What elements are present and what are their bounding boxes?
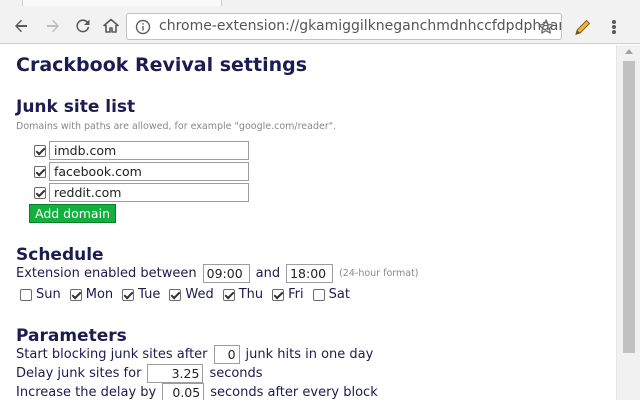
- start-blocking-suffix: junk hits in one day: [245, 347, 374, 362]
- delay-line: Delay junk sites for seconds: [16, 364, 263, 383]
- day-sun[interactable]: Sun: [20, 287, 61, 302]
- day-label: Fri: [288, 287, 304, 302]
- back-button[interactable]: [10, 15, 32, 37]
- end-time-input[interactable]: [286, 264, 334, 283]
- delay-label: Delay junk sites for: [16, 366, 142, 381]
- active-tab[interactable]: [22, 0, 222, 6]
- info-icon[interactable]: [135, 19, 151, 35]
- browser-toolbar: chrome-extension://gkamiggilkneganchmdnh…: [0, 8, 640, 44]
- start-time-input[interactable]: [202, 264, 250, 283]
- day-checkbox[interactable]: [69, 288, 82, 301]
- delay-suffix: seconds: [209, 366, 263, 381]
- vertical-scrollbar[interactable]: [616, 45, 640, 400]
- day-checkbox[interactable]: [272, 288, 285, 301]
- day-checkbox[interactable]: [122, 288, 135, 301]
- day-thu[interactable]: Thu: [222, 287, 264, 302]
- junk-list-hint: Domains with paths are allowed, for exam…: [16, 121, 337, 132]
- day-checkbox[interactable]: [20, 288, 32, 301]
- day-sat[interactable]: Sat: [312, 287, 350, 302]
- extension-pencil-icon[interactable]: [572, 18, 592, 38]
- start-blocking-input[interactable]: [213, 345, 240, 364]
- weekday-selector: Sun Mon Tue Wed Thu Fri Sat: [20, 287, 359, 302]
- page-content: Crackbook Revival settings Junk site lis…: [0, 45, 616, 400]
- forward-arrow-icon: [47, 19, 59, 33]
- add-domain-button[interactable]: Add domain: [29, 204, 116, 223]
- domain-checkbox[interactable]: [34, 186, 46, 199]
- browser-menu-button[interactable]: [606, 18, 622, 36]
- day-checkbox[interactable]: [312, 288, 325, 301]
- tab-strip: [0, 0, 640, 8]
- day-wed[interactable]: Wed: [169, 287, 214, 302]
- domain-row: [34, 141, 249, 160]
- scrollbar-thumb[interactable]: [623, 61, 635, 353]
- and-label: and: [255, 266, 281, 281]
- delay-input[interactable]: [147, 364, 204, 383]
- increase-delay-suffix: seconds after every block: [210, 385, 378, 400]
- start-blocking-label: Start blocking junk sites after: [16, 347, 208, 362]
- domain-input[interactable]: [49, 141, 249, 160]
- reload-button[interactable]: [72, 15, 94, 37]
- day-checkbox[interactable]: [222, 288, 235, 301]
- day-checkbox[interactable]: [169, 288, 182, 301]
- home-icon: [103, 18, 119, 33]
- reload-icon: [76, 19, 90, 33]
- address-bar[interactable]: chrome-extension://gkamiggilkneganchmdnh…: [126, 13, 562, 40]
- day-label: Thu: [238, 287, 264, 302]
- day-label: Sun: [36, 287, 61, 302]
- back-arrow-icon: [15, 19, 27, 33]
- domain-row: [34, 183, 249, 202]
- increase-delay-line: Increase the delay by seconds after ever…: [16, 383, 378, 400]
- start-blocking-line: Start blocking junk sites after junk hit…: [16, 345, 373, 364]
- url-text[interactable]: chrome-extension://gkamiggilkneganchmdnh…: [159, 18, 561, 34]
- domain-row: [34, 162, 249, 181]
- day-tue[interactable]: Tue: [122, 287, 160, 302]
- junk-list-heading: Junk site list: [16, 97, 136, 117]
- page-title: Crackbook Revival settings: [16, 54, 308, 76]
- domain-checkbox[interactable]: [34, 144, 46, 157]
- home-button[interactable]: [100, 15, 122, 37]
- increase-delay-label: Increase the delay by: [16, 385, 157, 400]
- day-label: Tue: [138, 287, 161, 302]
- day-label: Mon: [85, 287, 114, 302]
- day-mon[interactable]: Mon: [69, 287, 114, 302]
- day-fri[interactable]: Fri: [272, 287, 304, 302]
- forward-button[interactable]: [42, 15, 64, 37]
- parameters-heading: Parameters: [16, 326, 127, 346]
- time-format-note: (24-hour format): [339, 268, 419, 279]
- schedule-time-line: Extension enabled between and (24-hour f…: [16, 264, 419, 283]
- domain-input[interactable]: [49, 162, 249, 181]
- enabled-between-label: Extension enabled between: [16, 266, 197, 281]
- day-label: Wed: [185, 287, 214, 302]
- bookmark-star-icon[interactable]: [537, 18, 555, 36]
- schedule-heading: Schedule: [16, 245, 104, 265]
- increase-delay-input[interactable]: [162, 383, 205, 400]
- day-label: Sat: [328, 287, 350, 302]
- scroll-up-arrow-icon[interactable]: [625, 49, 633, 54]
- domain-checkbox[interactable]: [34, 165, 46, 178]
- domain-input[interactable]: [49, 183, 249, 202]
